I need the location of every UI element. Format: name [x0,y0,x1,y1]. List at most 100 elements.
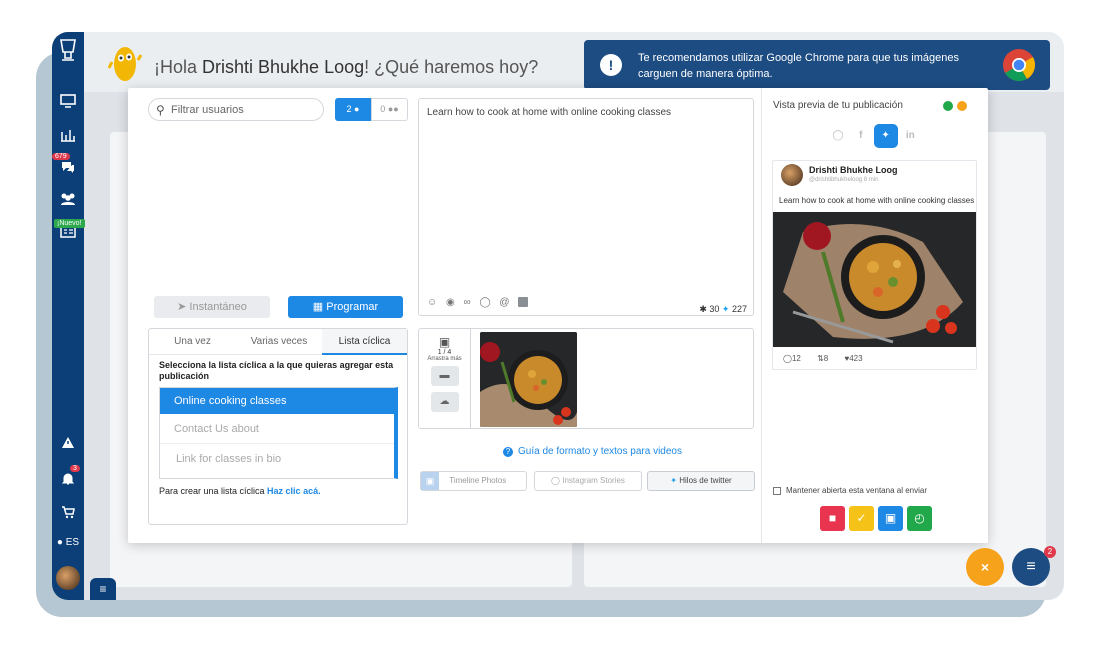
comment-icon[interactable]: ◯ [479,297,490,308]
post-editor[interactable]: Learn how to cook at home with online co… [418,98,754,316]
tab-una-vez[interactable]: Una vez [149,329,236,355]
cyclic-list-instruction: Selecciona la lista cíclica a la que qui… [159,360,394,381]
twitter-tab-icon[interactable]: ✦ [873,124,898,148]
group-icon: ●● [387,104,399,114]
instagram-stories-button[interactable]: ◯ Instagram Stories [534,471,642,491]
group-user-toggle[interactable]: 0 ●● [371,98,408,121]
general-counter: 30 [709,304,720,314]
new-badge: ¡Nuevo! [54,219,85,228]
single-user-toggle[interactable]: 2 ● [335,98,371,121]
bell-icon[interactable] [52,472,84,489]
cart-icon[interactable] [52,506,84,522]
language-label: ES [65,537,80,548]
reply-count: 12 [791,354,801,363]
monitor-icon[interactable] [52,94,84,111]
user-icon: ● [354,104,360,114]
create-list-link[interactable]: Haz clic acá. [267,486,321,496]
preview-handle: @drishtibhukheloog [809,177,863,183]
chat-icon[interactable] [52,160,84,177]
delete-button[interactable]: ■ [820,506,845,531]
preview-text: Learn how to cook at home with online co… [779,196,975,205]
id-card-icon[interactable] [52,226,84,241]
link-icon[interactable]: ∞ [464,297,471,308]
media-uploader: ▣ 1 / 4 Arrastra más ▬ ☁ [418,328,754,429]
paper-plane-icon: ➤ [177,301,187,313]
post-text[interactable]: Learn how to cook at home with online co… [427,107,671,118]
twitter-threads-label: Hilos de twitter [679,476,732,485]
collapse-preview-icon[interactable] [943,101,953,111]
retweet-icon: ⇅ [817,354,824,363]
like-count: 423 [849,354,863,363]
schedule-confirm-button[interactable]: ◴ [907,506,932,531]
twitter-icon: ✦ [670,476,677,485]
schedule-type-tabs: Una vez Varias veces Lista cíclica Selec… [148,328,408,525]
mascot-logo [107,40,143,84]
keep-open-option[interactable]: Mantener abierta esta ventana al enviar [773,486,927,495]
twitter-threads-button[interactable]: ✦ Hilos de twitter [647,471,755,491]
greeting-prefix: ¡Hola [154,57,203,77]
timeline-photos-label: Timeline Photos [449,476,507,485]
general-counter-icon: ✱ [699,304,707,314]
cyclic-list-box: Online cooking classes Contact Us about … [159,387,398,479]
preview-image [773,212,976,347]
keep-open-checkbox[interactable] [773,486,781,495]
language-selector[interactable]: ● ES [52,537,84,548]
video-guide-link[interactable]: ? Guía de formato y textos para videos [503,446,682,457]
upload-column: ▣ 1 / 4 Arrastra más ▬ ☁ [419,329,471,428]
stats-icon[interactable] [52,128,84,145]
calendar-icon: ▦ [312,301,324,313]
book-icon[interactable] [518,297,529,308]
media-thumbnail[interactable] [480,332,577,427]
linkedin-icon[interactable]: in [900,130,920,141]
search-icon: ⚲ [156,103,165,117]
alert-icon[interactable] [52,436,84,452]
preview-time: 8 min [863,177,879,183]
schedule-label: Programar [326,301,379,313]
timeline-icon: ▣ [421,472,439,490]
camera-icon: ▣ [438,335,451,349]
logo-icon[interactable] [52,38,84,67]
close-fab[interactable]: × [966,548,1004,586]
create-list-prefix: Para crear una lista cíclica [159,486,268,496]
publish-modal: ⚲ Filtrar usuarios 2 ● 0 ●● ➤ Instantáne… [128,88,988,543]
greeting-suffix: ! ¿Qué haremos hoy? [364,57,539,77]
globe-icon: ● [56,537,63,548]
tab-varias-veces[interactable]: Varias veces [236,329,322,355]
greeting-username: Drishti Bhukhe Loog [202,57,365,77]
close-preview-icon[interactable] [957,101,967,111]
menu-toggle-button[interactable]: ≡ [90,578,116,600]
preview-avatar [781,164,803,186]
twitter-preview-card: Drishti Bhukhe Loog @drishtibhukheloog 8… [772,160,977,370]
search-placeholder: Filtrar usuarios [171,104,244,116]
folder-button[interactable]: ▬ [430,366,459,386]
location-icon[interactable]: ◉ [446,297,455,308]
instagram-stories-label: Instagram Stories [562,476,625,485]
emoji-icon[interactable]: ☺ [427,297,437,308]
chrome-icon [1002,48,1036,85]
chat-fab-badge: 2 [1044,546,1056,558]
list-item-selected[interactable]: Online cooking classes [160,388,394,414]
user-search-input[interactable]: ⚲ Filtrar usuarios [148,98,324,121]
twitter-counter: 227 [731,304,747,314]
save-button[interactable]: ▣ [878,506,903,531]
mention-icon[interactable]: @ [499,297,509,308]
banner-text: Te recomendamos utilizar Google Chrome p… [638,52,959,80]
avatar[interactable] [52,566,84,590]
list-item[interactable]: Link for classes in bio [160,444,394,474]
schedule-button[interactable]: ▦ Programar [288,296,403,318]
drag-label: Arrastra más [427,356,462,362]
users-icon[interactable] [52,192,84,209]
instagram-icon[interactable]: ◯ [828,130,848,141]
cloud-button[interactable]: ☁ [430,392,459,412]
timeline-photos-button[interactable]: ▣ Timeline Photos [420,471,527,491]
preview-author: Drishti Bhukhe Loog [809,165,898,175]
instant-button[interactable]: ➤ Instantáneo [154,296,270,318]
character-counter: ✱ 30 ✦ 227 [699,304,747,315]
retweet-count: 8 [823,354,829,363]
page-title: ¡Hola Drishti Bhukhe Loog! ¿Qué haremos … [154,57,538,78]
list-item[interactable]: Contact Us about [160,414,394,444]
create-list-text: Para crear una lista cíclica Haz clic ac… [159,486,321,496]
facebook-icon[interactable]: f [851,130,871,141]
tab-lista-ciclica[interactable]: Lista cíclica [322,329,407,355]
approve-button[interactable]: ✓ [849,506,874,531]
